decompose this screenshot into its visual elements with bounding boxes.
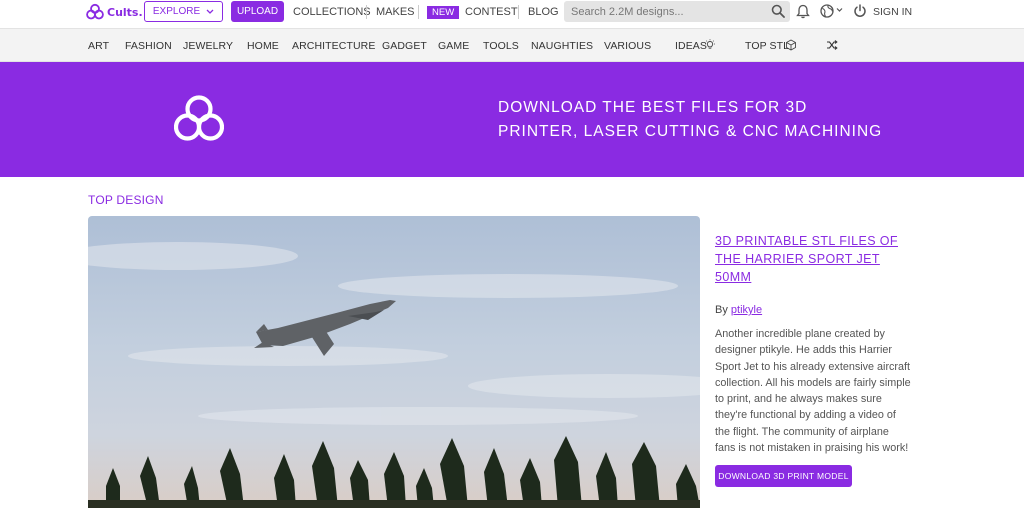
category-fashion[interactable]: FASHION [125, 40, 172, 52]
category-home[interactable]: HOME [247, 40, 279, 52]
category-jewelry[interactable]: JEWELRY [183, 40, 233, 52]
category-bar: ART FASHION JEWELRY HOME ARCHITECTURE GA… [0, 28, 1024, 62]
search-icon[interactable] [771, 4, 785, 18]
category-top-stl[interactable]: TOP STL [745, 40, 789, 52]
section-title: TOP DESIGN [88, 193, 164, 207]
top-navigation-bar: Cults. EXPLORE UPLOAD COLLECTIONS MAKES … [0, 0, 1024, 28]
sign-in-link[interactable]: SIGN IN [873, 6, 912, 18]
makes-link[interactable]: MAKES [376, 6, 415, 18]
article-title-link[interactable]: 3D PRINTABLE STL FILES OF THE HARRIER SP… [715, 232, 915, 286]
upload-button[interactable]: UPLOAD [231, 1, 284, 22]
featured-article: 3D PRINTABLE STL FILES OF THE HARRIER SP… [715, 232, 915, 456]
author-link[interactable]: ptikyle [731, 304, 762, 316]
cults-logo[interactable]: Cults. [86, 3, 143, 21]
hero-tagline-line-2: PRINTER, LASER CUTTING & CNC MACHINING [498, 123, 883, 140]
hero-banner: DOWNLOAD THE BEST FILES FOR 3D PRINTER, … [0, 62, 1024, 177]
category-game[interactable]: GAME [438, 40, 469, 52]
power-icon[interactable] [853, 4, 867, 18]
by-prefix: By [715, 304, 731, 316]
nav-divider [518, 5, 519, 19]
category-various[interactable]: VARIOUS [604, 40, 651, 52]
collections-link[interactable]: COLLECTIONS [293, 6, 371, 18]
contest-link[interactable]: CONTEST [465, 6, 518, 18]
cults-logo-icon [174, 95, 224, 141]
author-line: By ptikyle [715, 304, 915, 316]
category-ideas[interactable]: IDEAS [675, 40, 707, 52]
cube-icon [786, 39, 796, 51]
category-art[interactable]: ART [88, 40, 109, 52]
category-gadget[interactable]: GADGET [382, 40, 427, 52]
search-input[interactable] [564, 1, 790, 22]
globe-icon[interactable] [820, 4, 834, 18]
new-badge: NEW [427, 6, 460, 19]
chevron-down-icon[interactable] [836, 7, 843, 13]
featured-design-image[interactable] [88, 216, 700, 508]
blog-link[interactable]: BLOG [528, 6, 559, 18]
category-architecture[interactable]: ARCHITECTURE [292, 40, 375, 52]
cults-logo-icon [86, 3, 104, 20]
category-tools[interactable]: TOOLS [483, 40, 519, 52]
chevron-down-icon [206, 9, 214, 14]
explore-label: EXPLORE [152, 6, 201, 17]
brand-name: Cults. [107, 5, 143, 19]
category-naughties[interactable]: NAUGHTIES [531, 40, 593, 52]
nav-divider [418, 5, 419, 19]
shuffle-icon[interactable] [826, 39, 838, 51]
nav-divider [366, 5, 367, 19]
download-3d-model-button[interactable]: DOWNLOAD 3D PRINT MODEL [715, 465, 852, 487]
lightbulb-icon [705, 39, 715, 49]
hero-tagline-line-1: DOWNLOAD THE BEST FILES FOR 3D [498, 99, 808, 116]
explore-dropdown-button[interactable]: EXPLORE [144, 1, 223, 22]
bell-icon[interactable] [796, 4, 810, 19]
article-description: Another incredible plane created by desi… [715, 328, 911, 455]
